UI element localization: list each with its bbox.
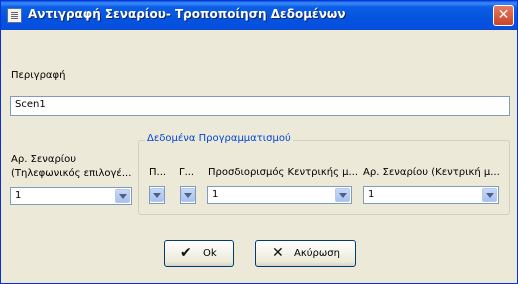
ok-label: Ok [203,248,217,259]
scenario-central-value: 1 [368,189,375,200]
central-select[interactable]: 1 [207,186,352,204]
scenario-phone-value: 1 [15,190,22,201]
description-label: Περιγραφή [11,70,66,81]
description-input[interactable]: Scen1 [10,96,510,116]
cancel-button[interactable]: ✕ Ακύρωση [255,240,356,267]
window-title: Αντιγραφή Σεναρίου- Τροποποίηση Δεδομένω… [28,7,346,21]
scenario-phone-label-2: (Τηλεφωνικός επιλογέ... [11,168,132,179]
col-g-select[interactable] [180,186,196,204]
central-value: 1 [212,189,219,200]
chevron-down-icon[interactable] [150,188,164,202]
ok-button[interactable]: ✔ Ok [164,240,234,267]
close-button[interactable]: ✕ [493,5,514,26]
close-icon: ✕ [497,7,510,23]
scenario-phone-label-1: Αρ. Σεναρίου [11,154,77,165]
scenario-central-label: Αρ. Σεναρίου (Κεντρική μ... [363,167,500,178]
col-p-select[interactable] [149,186,165,204]
col-p-label: Π... [149,167,167,178]
window-icon [7,8,22,23]
dialog-window: Αντιγραφή Σεναρίου- Τροποποίηση Δεδομένω… [0,0,518,284]
cancel-label: Ακύρωση [294,248,340,259]
chevron-down-icon[interactable] [115,189,130,203]
programming-group-title: Δεδομένα Προγραμματισμού [145,133,293,144]
check-icon: ✔ [180,245,192,261]
scenario-central-select[interactable]: 1 [363,186,499,204]
chevron-down-icon[interactable] [181,188,195,202]
central-label: Προσδιορισμός Κεντρικής μ... [208,167,359,178]
col-g-label: Γ... [179,167,195,178]
chevron-down-icon[interactable] [482,188,497,202]
scenario-phone-select[interactable]: 1 [10,187,132,205]
title-bar[interactable]: Αντιγραφή Σεναρίου- Τροποποίηση Δεδομένω… [1,1,517,30]
x-icon: ✕ [272,245,284,261]
chevron-down-icon[interactable] [335,188,350,202]
